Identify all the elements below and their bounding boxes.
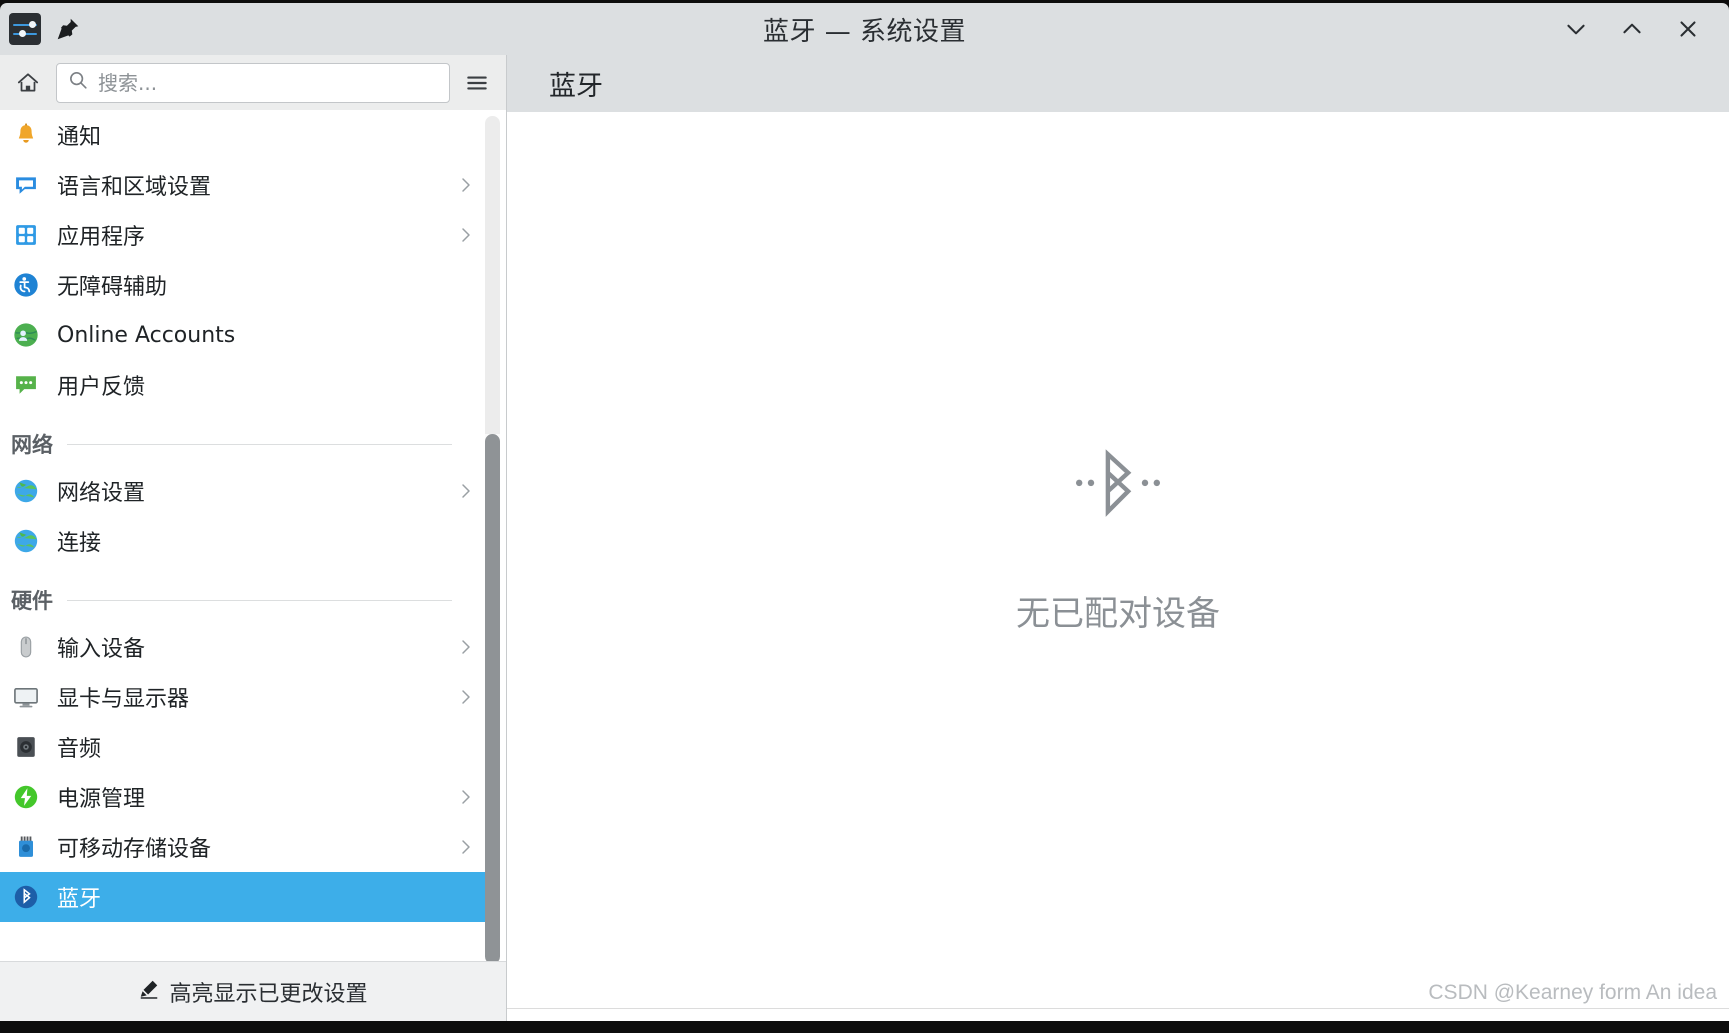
- sidebar-item-label: 连接: [57, 531, 102, 556]
- home-icon[interactable]: [11, 66, 45, 100]
- settings-sliders-icon: [9, 13, 41, 45]
- settings-window: 蓝牙 — 系统设置 搜索... 通知 语言和区域设置 应用程序 无障碍辅助 On…: [0, 0, 1729, 1033]
- sidebar-item-label: 音频: [57, 737, 102, 762]
- sidebar-scrollbar[interactable]: [485, 116, 500, 961]
- sidebar-group-title: 网络: [11, 433, 53, 457]
- sidebar-item-label: 输入设备: [57, 637, 146, 662]
- removable-storage-icon: [11, 832, 41, 862]
- sidebar-item-电源管理[interactable]: 电源管理: [0, 772, 490, 822]
- hamburger-menu-icon[interactable]: [461, 66, 493, 100]
- pin-icon[interactable]: [55, 16, 81, 42]
- main-panel: 蓝牙 无已配对设备 CSDN @Kearney form An idea: [507, 55, 1729, 1021]
- watermark: CSDN @Kearney form An idea: [1428, 981, 1717, 1004]
- sidebar-item-label: 通知: [57, 125, 102, 150]
- mouse-icon: [11, 632, 41, 662]
- sidebar-item-label: 蓝牙: [57, 887, 102, 912]
- empty-state-text: 无已配对设备: [1016, 593, 1220, 634]
- sidebar-item-可移动存储设备[interactable]: 可移动存储设备: [0, 822, 490, 872]
- sidebar-item-label: 显卡与显示器: [57, 687, 190, 712]
- sidebar-group-divider: [67, 443, 452, 445]
- sidebar-item-list: 用户通知语言和区域设置应用程序无障碍辅助Online Accounts用户反馈网…: [0, 110, 490, 926]
- sidebar-item-label: 无障碍辅助: [57, 275, 168, 300]
- chevron-right-icon: [459, 482, 473, 500]
- search-box[interactable]: [56, 62, 450, 103]
- window-title: 蓝牙 — 系统设置: [762, 16, 967, 47]
- chevron-right-icon: [459, 638, 473, 656]
- chevron-right-icon: [459, 788, 473, 806]
- close-button[interactable]: [1673, 14, 1703, 44]
- window-bottom-edge: [0, 1021, 1729, 1033]
- sidebar-item-蓝牙[interactable]: 蓝牙: [0, 872, 490, 922]
- monitor-icon: [11, 682, 41, 712]
- sidebar-item-label: Online Accounts: [57, 322, 236, 348]
- chevron-right-icon: [459, 688, 473, 706]
- sidebar-item-通知[interactable]: 通知: [0, 110, 490, 160]
- page-title: 蓝牙: [549, 71, 603, 102]
- bluetooth-icon: [11, 882, 41, 912]
- search-input[interactable]: [98, 70, 439, 95]
- highlight-changed-settings-label: 高亮显示已更改设置: [169, 981, 368, 1007]
- highlight-changed-settings-button[interactable]: 高亮显示已更改设置: [0, 961, 506, 1021]
- sidebar-item-label: 电源管理: [57, 787, 146, 812]
- window-content: 用户通知语言和区域设置应用程序无障碍辅助Online Accounts用户反馈网…: [0, 55, 1729, 1021]
- footer-divider: [507, 1008, 1729, 1009]
- highlighter-icon: [138, 978, 160, 1005]
- sidebar-item-应用程序[interactable]: 应用程序: [0, 210, 490, 260]
- online-accounts-globe-icon: [11, 320, 41, 350]
- sidebar-item-语言和区域设置[interactable]: 语言和区域设置: [0, 160, 490, 210]
- sidebar-item-label: 语言和区域设置: [57, 175, 212, 200]
- scrollbar-track-upper[interactable]: [485, 116, 500, 434]
- chevron-right-icon: [459, 838, 473, 856]
- sidebar-group-divider: [67, 599, 452, 601]
- scrollbar-thumb[interactable]: [485, 434, 500, 961]
- sidebar-item-label: 可移动存储设备: [57, 837, 212, 862]
- bell-icon: [11, 120, 41, 150]
- accessibility-icon: [11, 270, 41, 300]
- sidebar-item-连接[interactable]: 连接: [0, 516, 490, 566]
- window-controls: [1499, 14, 1729, 44]
- language-icon: [11, 170, 41, 200]
- sidebar-toolbar: [0, 55, 506, 110]
- search-icon: [67, 69, 89, 96]
- sidebar-item-用户反馈[interactable]: 用户反馈: [0, 360, 490, 410]
- power-bolt-icon: [11, 782, 41, 812]
- bluetooth-empty-state: 无已配对设备 CSDN @Kearney form An idea: [507, 112, 1729, 1021]
- sidebar-group-header: 网络: [0, 410, 490, 466]
- speaker-icon: [11, 732, 41, 762]
- sidebar-item-label: 用户反馈: [57, 375, 146, 400]
- sidebar-item-无障碍辅助[interactable]: 无障碍辅助: [0, 260, 490, 310]
- applications-grid-icon: [11, 220, 41, 250]
- minimize-button[interactable]: [1561, 14, 1591, 44]
- main-header: 蓝牙: [507, 55, 1729, 112]
- sidebar: 用户通知语言和区域设置应用程序无障碍辅助Online Accounts用户反馈网…: [0, 55, 507, 1021]
- chevron-right-icon: [459, 176, 473, 194]
- bluetooth-searching-icon: [1064, 439, 1172, 552]
- chevron-right-icon: [459, 226, 473, 244]
- sidebar-item-音频[interactable]: 音频: [0, 722, 490, 772]
- sidebar-group-header: 硬件: [0, 566, 490, 622]
- maximize-button[interactable]: [1617, 14, 1647, 44]
- sidebar-scroll-area: 用户通知语言和区域设置应用程序无障碍辅助Online Accounts用户反馈网…: [0, 110, 506, 961]
- title-bar: 蓝牙 — 系统设置: [0, 3, 1729, 55]
- feedback-icon: [11, 370, 41, 400]
- sidebar-item-输入设备[interactable]: 输入设备: [0, 622, 490, 672]
- sidebar-item-显卡与显示器[interactable]: 显卡与显示器: [0, 672, 490, 722]
- sidebar-item-label: 应用程序: [57, 225, 146, 250]
- sidebar-group-title: 硬件: [11, 589, 53, 613]
- sidebar-item-label: 网络设置: [57, 481, 146, 506]
- sidebar-item-网络设置[interactable]: 网络设置: [0, 466, 490, 516]
- title-bar-left: [0, 13, 230, 45]
- globe-icon: [11, 476, 41, 506]
- sidebar-item-online-accounts[interactable]: Online Accounts: [0, 310, 490, 360]
- globe-icon: [11, 526, 41, 556]
